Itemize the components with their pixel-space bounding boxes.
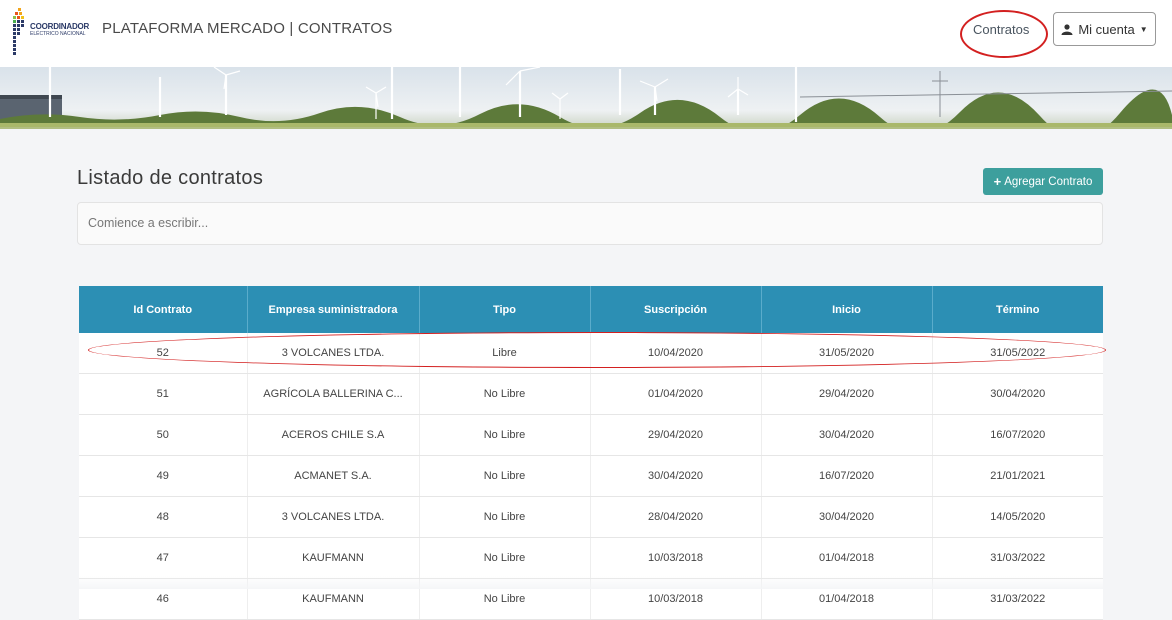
- cell-tipo: No Libre: [419, 537, 591, 579]
- coordinador-logo-icon[interactable]: [10, 8, 30, 56]
- top-navbar: COORDINADOR ELÉCTRICO NACIONAL PLATAFORM…: [0, 0, 1172, 68]
- cell-termino: 30/04/2020: [932, 373, 1103, 415]
- add-contract-button[interactable]: + Agregar Contrato: [983, 168, 1103, 195]
- cell-inicio: 31/05/2020: [761, 333, 933, 374]
- cell-empresa: 3 VOLCANES LTDA.: [247, 333, 420, 374]
- column-header-tipo[interactable]: Tipo: [419, 286, 591, 333]
- cell-empresa: ACEROS CHILE S.A: [247, 414, 420, 456]
- app-title: PLATAFORMA MERCADO | CONTRATOS: [102, 20, 393, 37]
- search-input[interactable]: Comience a escribir...: [77, 202, 1103, 245]
- caret-down-icon: ▼: [1139, 24, 1148, 34]
- cell-tipo: No Libre: [419, 373, 591, 415]
- cell-termino: 14/05/2020: [932, 496, 1103, 538]
- cell-termino: 31/05/2022: [932, 333, 1103, 374]
- table-header-row: Id Contrato Empresa suministradora Tipo …: [79, 286, 1103, 333]
- cell-suscripcion: 28/04/2020: [590, 496, 762, 538]
- cell-suscripcion: 10/03/2018: [590, 537, 762, 579]
- table-row[interactable]: 48 3 VOLCANES LTDA. No Libre 28/04/2020 …: [79, 496, 1103, 538]
- cell-id: 52: [79, 333, 248, 374]
- page-title: Listado de contratos: [77, 167, 264, 189]
- cell-tipo: Libre: [419, 333, 591, 374]
- contracts-table: Id Contrato Empresa suministradora Tipo …: [79, 286, 1103, 620]
- cell-suscripcion: 30/04/2020: [590, 455, 762, 497]
- column-header-id[interactable]: Id Contrato: [79, 286, 248, 333]
- cell-inicio: 29/04/2020: [761, 373, 933, 415]
- cell-tipo: No Libre: [419, 496, 591, 538]
- annotation-circle: [960, 10, 1048, 58]
- cell-termino: 21/01/2021: [932, 455, 1103, 497]
- cell-inicio: 30/04/2020: [761, 496, 933, 538]
- cell-empresa: ACMANET S.A.: [247, 455, 420, 497]
- cell-empresa: 3 VOLCANES LTDA.: [247, 496, 420, 538]
- cell-tipo: No Libre: [419, 455, 591, 497]
- cell-id: 47: [79, 537, 248, 579]
- cell-empresa: KAUFMANN: [247, 537, 420, 579]
- cell-id: 48: [79, 496, 248, 538]
- cell-termino: 31/03/2022: [932, 537, 1103, 579]
- user-icon: [1061, 23, 1073, 35]
- account-dropdown-button[interactable]: Mi cuenta ▼: [1053, 12, 1156, 46]
- logo-name: COORDINADOR: [30, 22, 90, 31]
- column-header-suscripcion[interactable]: Suscripción: [590, 286, 762, 333]
- cell-inicio: 16/07/2020: [761, 455, 933, 497]
- logo-text[interactable]: COORDINADOR ELÉCTRICO NACIONAL: [30, 23, 89, 37]
- cell-inicio: 30/04/2020: [761, 414, 933, 456]
- cell-tipo: No Libre: [419, 414, 591, 456]
- column-header-empresa[interactable]: Empresa suministradora: [247, 286, 420, 333]
- logo-subtitle: ELÉCTRICO NACIONAL: [30, 31, 86, 37]
- add-contract-label: Agregar Contrato: [1004, 175, 1093, 188]
- cell-id: 50: [79, 414, 248, 456]
- cell-id: 49: [79, 455, 248, 497]
- plus-icon: +: [993, 174, 1002, 189]
- cell-empresa: AGRÍCOLA BALLERINA C...: [247, 373, 420, 415]
- table-row[interactable]: 51 AGRÍCOLA BALLERINA C... No Libre 01/0…: [79, 373, 1103, 415]
- bottom-fade: [0, 576, 1172, 589]
- cell-suscripcion: 10/04/2020: [590, 333, 762, 374]
- cell-suscripcion: 01/04/2020: [590, 373, 762, 415]
- account-label: Mi cuenta: [1078, 21, 1135, 37]
- column-header-termino[interactable]: Término: [932, 286, 1103, 333]
- cell-termino: 16/07/2020: [932, 414, 1103, 456]
- column-header-inicio[interactable]: Inicio: [761, 286, 933, 333]
- table-row[interactable]: 52 3 VOLCANES LTDA. Libre 10/04/2020 31/…: [79, 333, 1103, 374]
- cell-suscripcion: 29/04/2020: [590, 414, 762, 456]
- table-row[interactable]: 49 ACMANET S.A. No Libre 30/04/2020 16/0…: [79, 455, 1103, 497]
- wind-farm-banner-image: [0, 67, 1172, 129]
- table-row[interactable]: 47 KAUFMANN No Libre 10/03/2018 01/04/20…: [79, 537, 1103, 579]
- table-row[interactable]: 50 ACEROS CHILE S.A No Libre 29/04/2020 …: [79, 414, 1103, 456]
- cell-id: 51: [79, 373, 248, 415]
- cell-inicio: 01/04/2018: [761, 537, 933, 579]
